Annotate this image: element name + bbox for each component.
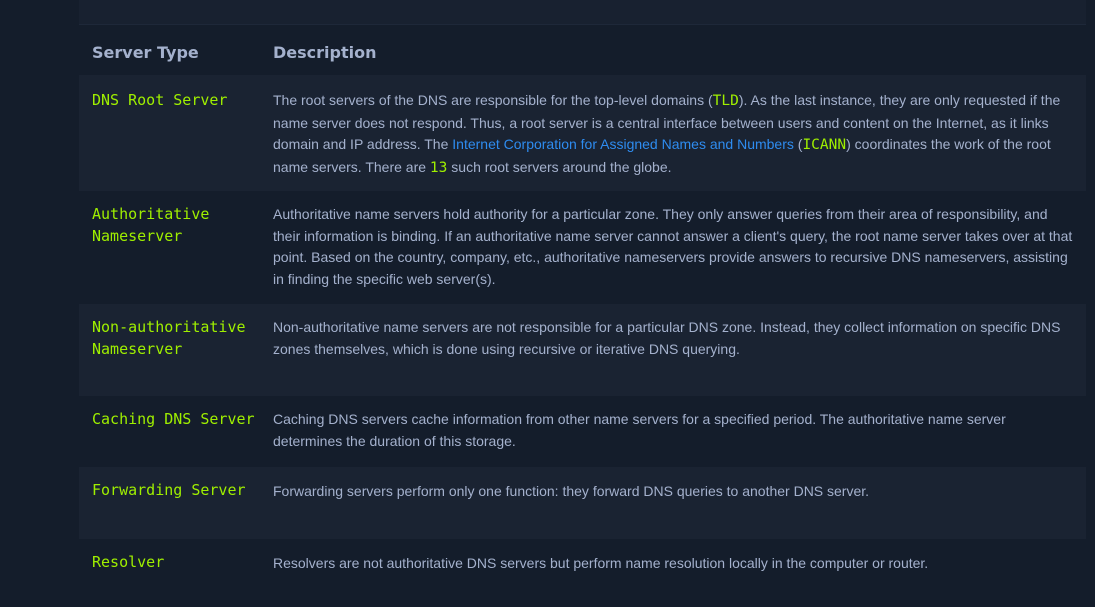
dns-server-types-table: Server Type Description DNS Root Server … — [79, 32, 1086, 599]
icann-link[interactable]: Internet Corporation for Assigned Names … — [452, 136, 794, 152]
table-row-dns-root-server: DNS Root Server The root servers of the … — [79, 75, 1086, 191]
table-row-authoritative-nameserver: Authoritative Nameserver Authoritative n… — [79, 191, 1086, 304]
description-cell: Forwarding servers perform only one func… — [260, 467, 1086, 539]
description-cell: Authoritative name servers hold authorit… — [260, 191, 1086, 304]
description-cell: Non-authoritative name servers are not r… — [260, 304, 1086, 396]
description-cell: Resolvers are not authoritative DNS serv… — [260, 539, 1086, 599]
header-server-type: Server Type — [79, 32, 260, 75]
server-type-cell: DNS Root Server — [79, 75, 260, 191]
previous-content-strip — [79, 0, 1086, 25]
table-row-caching-dns-server: Caching DNS Server Caching DNS servers c… — [79, 396, 1086, 467]
description-cell: The root servers of the DNS are responsi… — [260, 75, 1086, 191]
desc-text: such root servers around the globe. — [447, 159, 672, 176]
server-type-cell: Authoritative Nameserver — [79, 191, 260, 304]
table-row-non-authoritative-nameserver: Non-authoritative Nameserver Non-authori… — [79, 304, 1086, 396]
table-row-resolver: Resolver Resolvers are not authoritative… — [79, 539, 1086, 599]
header-description: Description — [260, 32, 1086, 75]
inline-code-tld: TLD — [712, 93, 739, 109]
server-type-cell: Resolver — [79, 539, 260, 599]
desc-text: The root servers of the DNS are responsi… — [273, 92, 713, 108]
server-type-cell: Caching DNS Server — [79, 396, 260, 467]
table-row-forwarding-server: Forwarding Server Forwarding servers per… — [79, 467, 1086, 539]
inline-code-count: 13 — [429, 160, 448, 177]
description-cell: Caching DNS servers cache information fr… — [260, 396, 1086, 467]
server-type-cell: Forwarding Server — [79, 467, 260, 539]
table-header-row: Server Type Description — [79, 32, 1086, 75]
inline-code-icann: ICANN — [802, 137, 847, 154]
server-type-cell: Non-authoritative Nameserver — [79, 304, 260, 396]
